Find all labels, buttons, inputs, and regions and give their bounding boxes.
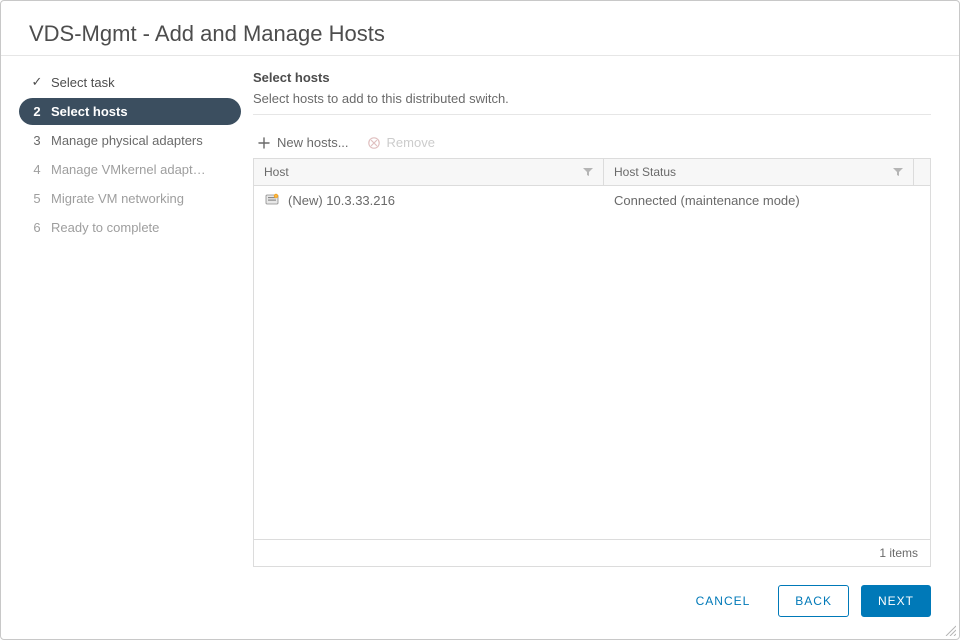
step-number: 3 [31,133,43,148]
remove-button: Remove [367,135,435,150]
cell-host-text: (New) 10.3.33.216 [288,193,395,208]
grid-toolbar: New hosts... Remove [253,123,931,158]
step-label: Ready to complete [51,220,159,235]
step-number: 5 [31,191,43,206]
wizard-step-4: 4 Manage VMkernel adapt… [19,156,241,183]
dialog-body: ✓ Select task 2 Select hosts 3 Manage physica… [1,56,959,567]
cancel-button[interactable]: CANCEL [680,586,767,616]
new-hosts-button[interactable]: New hosts... [257,135,349,150]
new-hosts-label: New hosts... [277,135,349,150]
step-label: Manage physical adapters [51,133,203,148]
plus-icon [257,136,271,150]
wizard-step-1[interactable]: ✓ Select task [19,68,241,96]
column-header-host-label: Host [264,165,289,179]
cell-status: Connected (maintenance mode) [604,186,930,214]
cell-host: ! (New) 10.3.33.216 [254,186,604,214]
hosts-grid: Host Host Status !(New) 10.3.33.21 [253,158,931,567]
wizard-dialog: VDS-Mgmt - Add and Manage Hosts ✓ Select … [0,0,960,640]
step-label: Select task [51,75,115,90]
wizard-step-3: 3 Manage physical adapters [19,127,241,154]
next-button[interactable]: NEXT [861,585,931,617]
content-description: Select hosts to add to this distributed … [253,91,931,115]
filter-icon[interactable] [893,167,903,177]
step-number: 2 [31,104,43,119]
step-label: Manage VMkernel adapt… [51,162,206,177]
wizard-step-5: 5 Migrate VM networking [19,185,241,212]
column-header-status[interactable]: Host Status [604,159,914,185]
table-row[interactable]: ! (New) 10.3.33.216 Connected (maintenance… [254,186,930,215]
grid-footer: 1 items [254,539,930,566]
remove-icon [367,136,381,150]
step-label: Select hosts [51,104,128,119]
scroll-spacer [914,159,930,185]
back-button[interactable]: BACK [778,585,849,617]
grid-body[interactable]: ! (New) 10.3.33.216 Connected (maintenance… [254,186,930,539]
grid-header: Host Host Status [254,159,930,186]
step-number: 4 [31,162,43,177]
column-header-status-label: Host Status [614,165,676,179]
host-icon: ! [264,192,280,208]
step-number: 6 [31,220,43,235]
check-icon: ✓ [31,74,43,90]
wizard-nav: ✓ Select task 2 Select hosts 3 Manage physica… [1,56,241,567]
column-header-host[interactable]: Host [254,159,604,185]
wizard-step-6: 6 Ready to complete [19,214,241,241]
dialog-footer: CANCEL BACK NEXT [1,567,959,639]
content-heading: Select hosts [253,70,931,85]
wizard-step-2[interactable]: 2 Select hosts [19,98,241,125]
step-label: Migrate VM networking [51,191,184,206]
filter-icon[interactable] [583,167,593,177]
svg-text:!: ! [276,195,277,199]
content-pane: Select hosts Select hosts to add to this… [241,56,959,567]
dialog-title: VDS-Mgmt - Add and Manage Hosts [1,1,959,56]
cell-status-text: Connected (maintenance mode) [614,193,800,208]
remove-label: Remove [387,135,435,150]
